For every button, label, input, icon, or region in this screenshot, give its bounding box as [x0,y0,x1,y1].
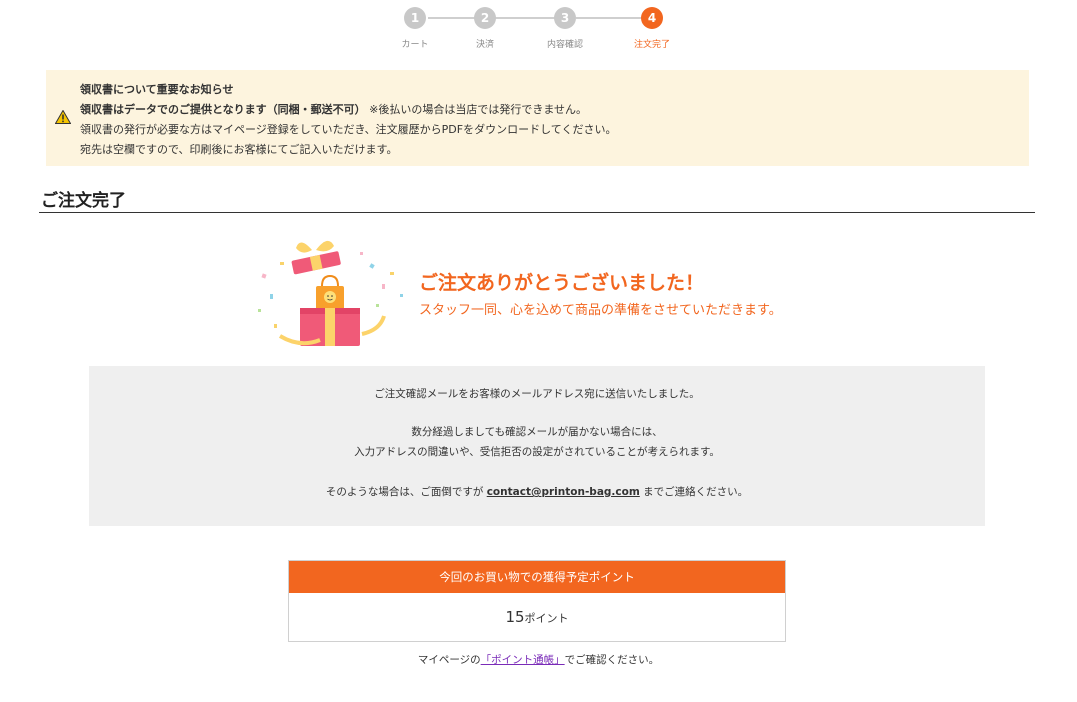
page-title: ご注文完了 [41,191,126,211]
step-4-marker: 4 [641,7,663,29]
mypage-note: マイページの「ポイント通帳」でご確認ください。 [0,652,1077,667]
info-line-1: ご注文確認メールをお客様のメールアドレス宛に送信いたしました。 [374,388,700,400]
warning-icon [55,110,71,124]
notice-line-4: 宛先は空欄ですので、印刷後にお客様にてご記入いただけます。 [80,143,398,156]
step-4-label: 注文完了 [633,40,670,50]
info-line-2: 数分経過しましても確認メールが届かない場合には、 [411,426,663,438]
title-divider [39,212,1035,213]
info-line-3: 入力アドレスの間違いや、受信拒否の設定がされていることが考えられます。 [354,446,720,458]
notice-line-3: 領収書の発行が必要な方はマイページ登録をしていただき、注文履歴からPDFをダウン… [80,123,617,136]
info-line-4-post: までご連絡ください。 [643,486,749,498]
points-unit: ポイント [524,612,569,625]
step-1-marker: 1 [404,7,426,29]
receipt-notice: 領収書について重要なお知らせ 領収書はデータでのご提供となります（同梱・郵送不可… [46,70,1029,166]
gift-box-icon [258,240,403,346]
step-connector [576,17,642,19]
notice-text: 領収書について重要なお知らせ 領収書はデータでのご提供となります（同梱・郵送不可… [80,80,616,160]
checkout-steps: 1 2 3 4 カート 決済 内容確認 注文完了 [0,7,1077,51]
thanks-subtitle: スタッフ一同、心を込めて商品の準備をさせていただきます。 [419,303,782,318]
contact-email-link[interactable]: contact@printon-bag.com [487,486,640,498]
points-box: 今回のお買い物での獲得予定ポイント 15ポイント [288,560,786,642]
step-1-label: カート [401,40,429,50]
step-3-marker: 3 [554,7,576,29]
notice-line-2-rest: ※後払いの場合は当店では発行できません。 [369,103,588,116]
mypage-note-pre: マイページの [417,654,481,666]
points-value: 15 [505,608,525,626]
notice-title: 領収書について重要なお知らせ [80,83,234,96]
step-3-label: 内容確認 [546,40,583,50]
info-line-4-pre: そのような場合は、ご面倒ですが [325,486,484,498]
step-2-marker: 2 [474,7,496,29]
step-2-label: 決済 [475,40,494,50]
thanks-title: ご注文ありがとうございました！ [419,272,705,294]
step-connector [495,17,555,19]
points-header: 今回のお買い物での獲得予定ポイント [289,561,785,593]
point-passbook-link[interactable]: 「ポイント通帳」 [481,654,565,666]
notice-line-2: 領収書はデータでのご提供となります（同梱・郵送不可） ※後払いの場合は当店では発… [80,100,616,120]
notice-line-2-bold: 領収書はデータでのご提供となります（同梱・郵送不可） [80,103,366,116]
confirmation-info-box: ご注文確認メールをお客様のメールアドレス宛に送信いたしました。 数分経過しまして… [89,366,985,526]
info-line-4: そのような場合は、ご面倒ですが contact@printon-bag.com … [89,484,985,499]
mypage-note-post: でご確認ください。 [564,654,660,666]
points-value-row: 15ポイント [289,593,785,641]
